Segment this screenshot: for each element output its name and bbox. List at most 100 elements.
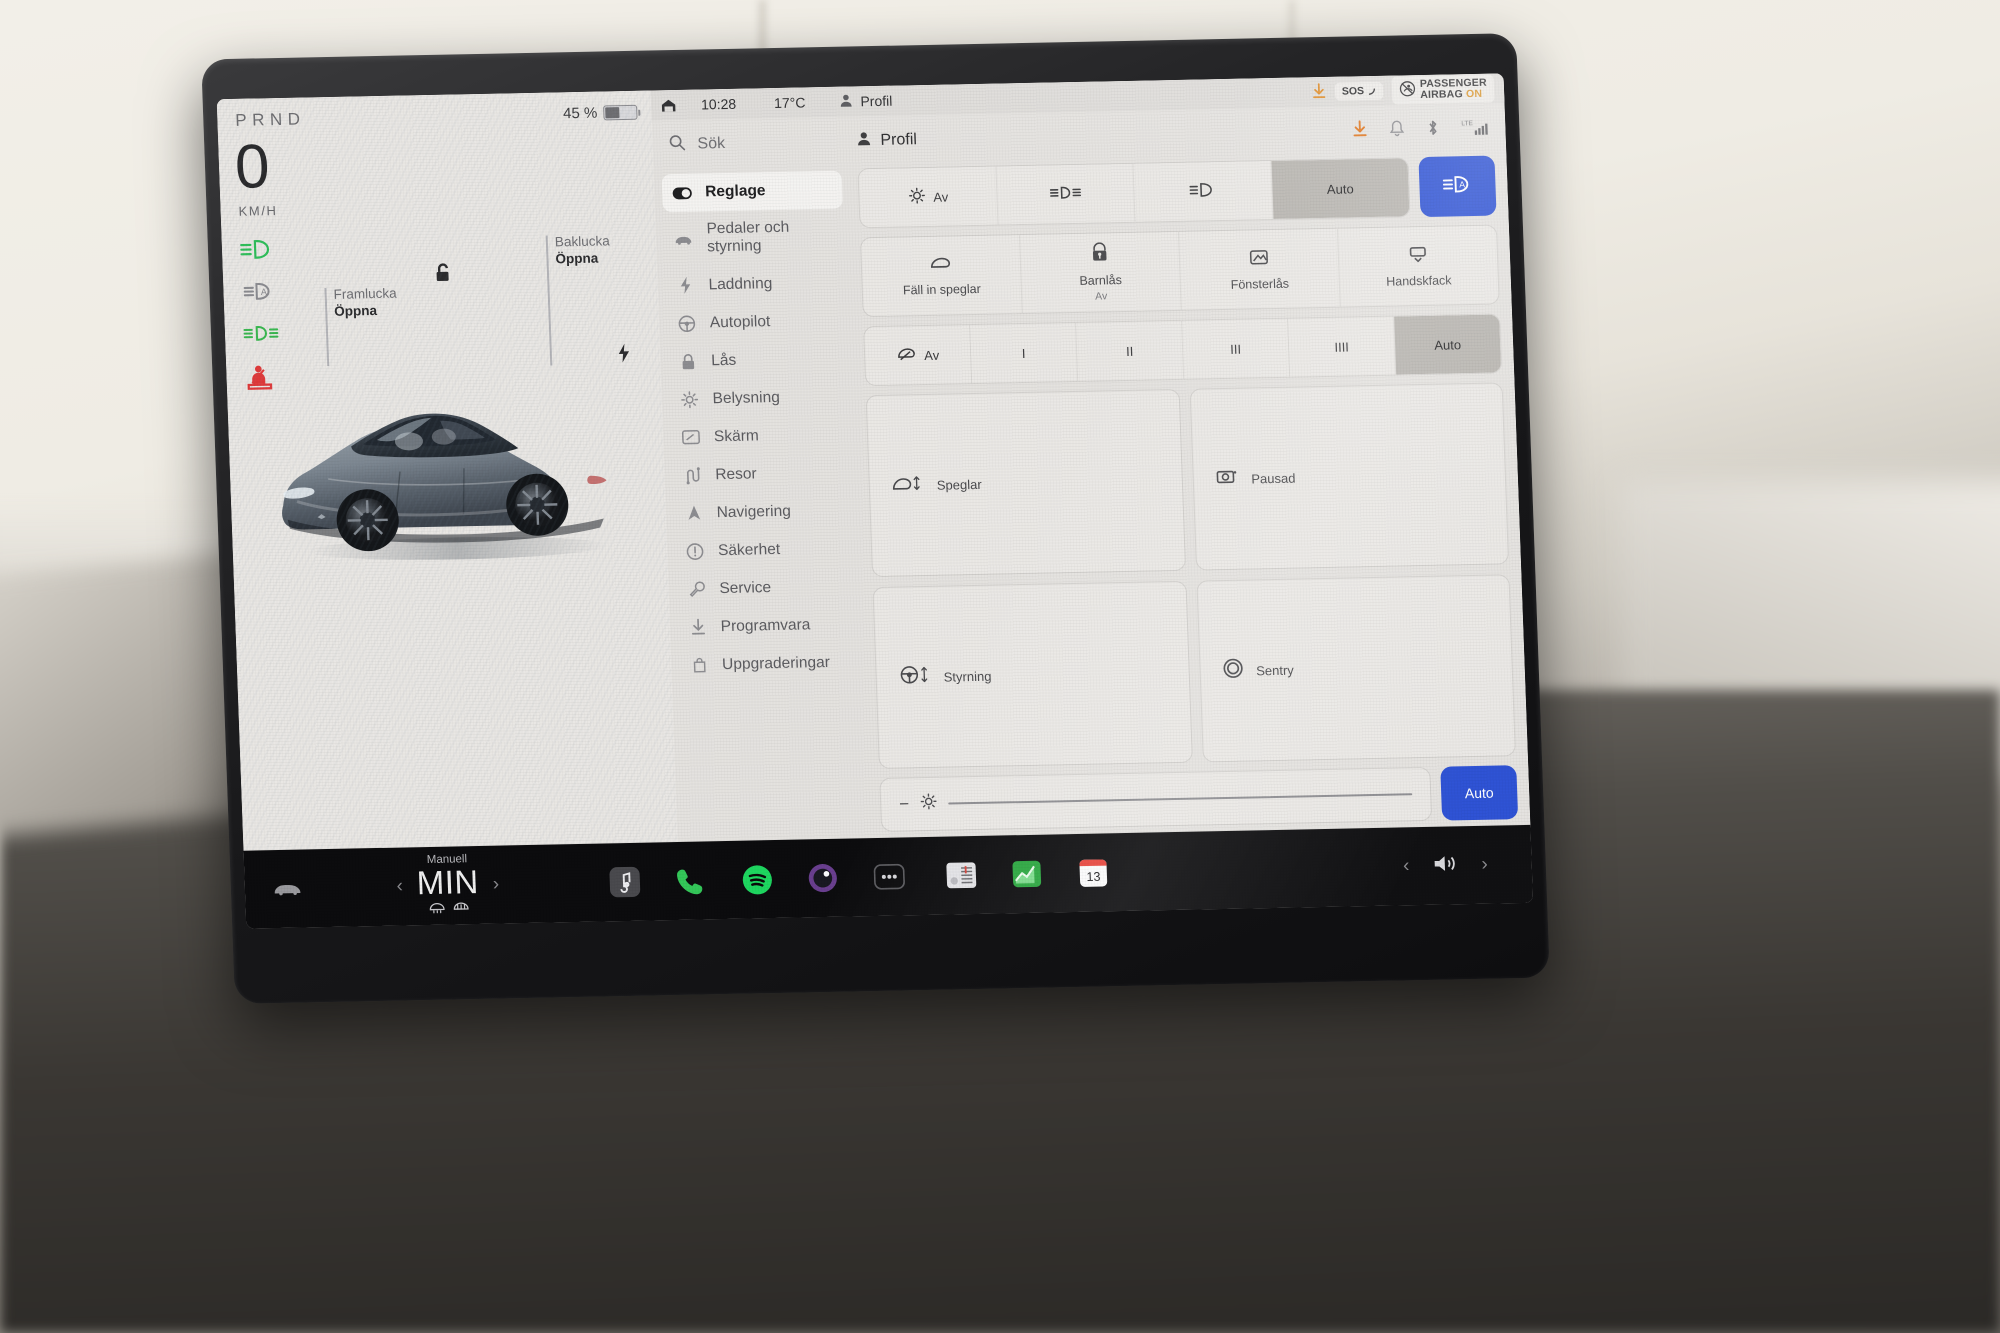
sidebar-item-resor[interactable]: Resor xyxy=(672,453,853,495)
unlock-icon xyxy=(433,262,454,289)
more-apps-icon[interactable] xyxy=(870,858,907,895)
svg-text:13: 13 xyxy=(1086,869,1100,883)
touchscreen-bezel: PRND 0 KM/H 45 % A Framlucka Öppna Baklu… xyxy=(201,33,1550,1004)
sidebar-item-autopilot[interactable]: Autopilot xyxy=(666,301,847,343)
svg-text:A: A xyxy=(1459,179,1465,189)
tile-glovebox[interactable]: Handskfack xyxy=(1338,226,1499,307)
climate-next-button[interactable]: › xyxy=(492,874,499,896)
wiper-option-label: III xyxy=(1229,341,1242,357)
person-icon xyxy=(839,93,854,110)
adjust-mirrors-button[interactable]: Speglar xyxy=(865,388,1186,578)
sentry-mode-button[interactable]: Sentry xyxy=(1195,574,1516,763)
volume-control: ‹ › xyxy=(1403,851,1519,880)
tile-label: Fäll in speglar xyxy=(902,281,982,298)
volume-down-button[interactable]: ‹ xyxy=(1403,855,1410,877)
driving-visualization: PRND 0 KM/H 45 % A Framlucka Öppna Baklu… xyxy=(216,90,678,851)
sidebar-item-label: Lås xyxy=(710,351,737,369)
download-icon[interactable] xyxy=(1352,120,1368,142)
sidebar-item-label: Skärm xyxy=(713,426,760,445)
sidebar-item-reglage[interactable]: Reglage xyxy=(661,170,843,213)
sidebar-item-uppgraderingar[interactable]: Uppgraderingar xyxy=(678,643,859,685)
rear-defrost-icon[interactable] xyxy=(452,900,470,918)
front-defrost-icon[interactable] xyxy=(428,900,446,918)
headlight-option-off[interactable]: Av xyxy=(858,166,999,228)
wiper-option-off[interactable]: Av xyxy=(864,325,973,386)
panel-profile-button[interactable]: Profil xyxy=(856,130,917,151)
tile-sublabel: Av xyxy=(1094,290,1108,303)
sidebar-item-las[interactable]: Lås xyxy=(668,339,849,381)
media-app-icon[interactable] xyxy=(606,864,643,901)
window-lock-icon xyxy=(1249,248,1270,271)
dashcam-button[interactable]: Pausad xyxy=(1189,382,1510,571)
headlight-mode-segment: Av Auto xyxy=(857,157,1411,229)
callout-value: Öppna xyxy=(555,250,599,267)
stocks-widget-icon[interactable] xyxy=(1008,856,1045,893)
wiper-option-4[interactable]: IIII xyxy=(1288,316,1397,377)
brightness-auto-button[interactable]: Auto xyxy=(1440,765,1519,821)
headlight-option-auto[interactable]: Auto xyxy=(1270,158,1410,219)
callout-front-trunk[interactable]: Framlucka Öppna xyxy=(324,286,397,366)
defrost-buttons xyxy=(417,899,480,918)
adjust-grid: Speglar Styrning Pausad Sentry xyxy=(865,382,1516,769)
sidebar-item-navigering[interactable]: Navigering xyxy=(673,491,854,533)
callout-rear-trunk[interactable]: Baklucka Öppna xyxy=(545,233,611,366)
tile-child-lock[interactable]: Barnlås Av xyxy=(1019,231,1182,314)
brightness-minus-label: − xyxy=(898,794,910,814)
sidebar-item-sakerhet[interactable]: Säkerhet xyxy=(674,529,855,571)
auto-high-beam-button[interactable]: A xyxy=(1418,155,1497,218)
camera-app-icon[interactable] xyxy=(804,860,841,897)
sidebar-item-service[interactable]: Service xyxy=(676,567,857,609)
telltale-indicators: A xyxy=(238,238,281,390)
sidebar-item-programvara[interactable]: Programvara xyxy=(677,605,858,647)
adjust-grid-left: Speglar Styrning xyxy=(865,388,1193,769)
headlight-option-parking[interactable] xyxy=(995,163,1136,225)
sidebar-item-laddning[interactable]: Laddning xyxy=(665,263,846,305)
phone-app-icon[interactable] xyxy=(672,862,709,899)
sidebar-item-pedaler-och-styrning[interactable]: Pedaler och styrning xyxy=(663,209,845,267)
settings-panel: 10:28 17°C Profil SOS PASSENGER AIRBAG O… xyxy=(650,73,1531,843)
wiper-option-label: IIII xyxy=(1334,338,1350,355)
low-beam-icon xyxy=(1187,180,1218,203)
sidebar-item-belysning[interactable]: Belysning xyxy=(669,377,850,419)
wiper-option-2[interactable]: II xyxy=(1076,320,1185,381)
calendar-widget-icon[interactable]: 13 xyxy=(1074,854,1111,891)
clock-label[interactable]: 10:28 xyxy=(701,96,737,113)
car-controls-button[interactable] xyxy=(259,880,318,897)
search-field[interactable]: Sök xyxy=(668,131,839,156)
tile-label: Handskfack xyxy=(1385,272,1452,289)
brightness-track[interactable] xyxy=(948,793,1413,805)
outside-temperature[interactable]: 17°C xyxy=(774,94,806,111)
low-beam-telltale xyxy=(238,238,277,261)
brightness-slider[interactable]: − xyxy=(879,766,1433,832)
climate-control: ‹ Manuell MIN › xyxy=(342,851,554,920)
headlight-option-lowbeam[interactable] xyxy=(1133,161,1274,222)
climate-prev-button[interactable]: ‹ xyxy=(396,876,403,898)
climate-readout[interactable]: Manuell MIN xyxy=(416,853,480,919)
bluetooth-icon[interactable] xyxy=(1426,118,1440,141)
volume-up-button[interactable]: › xyxy=(1481,854,1488,876)
panel-body: Reglage Pedaler och styrning Laddning Au… xyxy=(653,153,1530,842)
app-dock xyxy=(606,858,907,900)
sos-label: SOS xyxy=(1341,85,1365,98)
wiper-option-1[interactable]: I xyxy=(970,322,1079,384)
tuner-widget-icon[interactable] xyxy=(942,857,979,894)
airbag-off-icon xyxy=(1399,80,1417,100)
tile-fold-mirrors[interactable]: Fäll in speglar xyxy=(860,235,1023,317)
mirror-icon xyxy=(929,254,954,276)
sidebar-item-label: Programvara xyxy=(720,615,811,635)
garage-icon[interactable] xyxy=(657,97,680,112)
volume-icon[interactable] xyxy=(1431,852,1460,880)
spotify-app-icon[interactable] xyxy=(738,861,775,898)
vehicle-3d-render[interactable] xyxy=(257,369,644,576)
glovebox-icon xyxy=(1408,244,1429,267)
sidebar-item-skarm[interactable]: Skärm xyxy=(670,415,851,457)
download-icon[interactable] xyxy=(1312,82,1327,101)
sos-button[interactable]: SOS xyxy=(1334,81,1384,101)
wiper-option-auto[interactable]: Auto xyxy=(1394,314,1502,375)
wiper-option-3[interactable]: III xyxy=(1182,318,1291,379)
profile-button[interactable]: Profil xyxy=(839,92,893,110)
adjust-steering-button[interactable]: Styrning xyxy=(872,580,1193,769)
bell-icon[interactable] xyxy=(1389,119,1405,141)
tile-window-lock[interactable]: Fönsterlås xyxy=(1178,228,1341,310)
lte-signal-icon[interactable]: LTE xyxy=(1461,117,1492,141)
